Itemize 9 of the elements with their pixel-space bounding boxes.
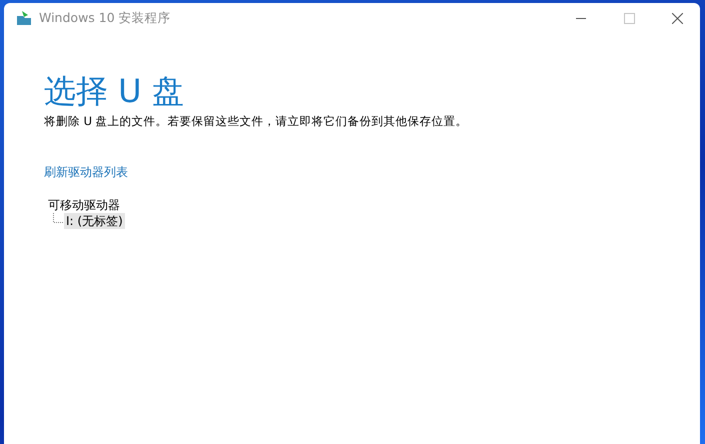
tree-item[interactable]: 可移动驱动器 xyxy=(46,197,122,213)
tree-item[interactable]: I: (无标签) xyxy=(64,213,125,229)
description-text: 将删除 U 盘上的文件。若要保留这些文件，请立即将它们备份到其他保存位置。 xyxy=(44,114,468,129)
maximize-icon xyxy=(624,12,634,24)
app-icon xyxy=(16,10,32,26)
refresh-drives-link[interactable]: 刷新驱动器列表 xyxy=(44,164,128,181)
page-heading: 选择 U 盘 xyxy=(44,71,184,111)
window-title: Windows 10 安装程序 xyxy=(39,10,172,26)
close-icon xyxy=(672,12,682,24)
